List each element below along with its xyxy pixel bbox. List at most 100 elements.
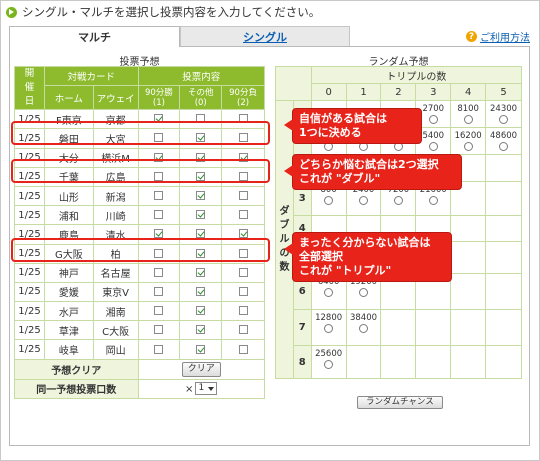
combo-cell — [415, 345, 452, 379]
header-other-text: その他 (0) — [187, 87, 214, 108]
combo-radio[interactable] — [359, 196, 369, 205]
combo-radio[interactable] — [428, 115, 438, 124]
combo-cell — [415, 309, 452, 346]
combo-cell — [345, 345, 382, 379]
callout-single: 自信がある試合は 1つに決める — [284, 108, 422, 144]
checkbox-other-cell — [179, 262, 223, 283]
checkbox-win-cell — [137, 301, 181, 322]
checkbox-lose-cell — [221, 185, 265, 207]
callout-triple: まったく分からない試合は 全部選択 これが "トリプル" — [284, 232, 452, 282]
checkbox-win-cell — [137, 281, 181, 303]
checkbox-other[interactable] — [196, 267, 206, 277]
combo-radio[interactable] — [359, 288, 369, 297]
checkbox-win[interactable] — [154, 210, 164, 220]
checkbox-other[interactable] — [196, 286, 206, 296]
checkbox-win[interactable] — [154, 344, 164, 354]
combo-cell — [485, 215, 522, 242]
checkbox-other[interactable] — [196, 210, 206, 220]
match-date: 1/25 — [14, 320, 45, 341]
combo-radio[interactable] — [463, 115, 473, 124]
triple-col-0: 0 — [310, 83, 347, 101]
match-row: 1/25 岐阜 岡山 — [14, 339, 265, 360]
tab-single[interactable]: シングル — [180, 26, 350, 47]
combo-radio[interactable] — [428, 142, 438, 151]
checkbox-lose-cell — [221, 262, 265, 283]
units-times: × — [185, 383, 194, 395]
checkbox-other[interactable] — [196, 325, 206, 335]
combo-radio[interactable] — [359, 324, 369, 333]
double-row: 8 25600 — [276, 345, 522, 379]
checkbox-other[interactable] — [196, 344, 206, 354]
match-date: 1/25 — [14, 185, 45, 207]
checkbox-other[interactable] — [196, 306, 206, 316]
combo-cell — [380, 345, 417, 379]
combo-cell — [485, 181, 522, 216]
header-vote: 投票内容 — [137, 65, 265, 87]
checkbox-win[interactable] — [154, 286, 164, 296]
match-row: 1/25 浦和 川崎 — [14, 205, 265, 226]
callout-double: どちらか悩む試合は2つ選択 これが "ダブル" — [284, 154, 462, 190]
combo-radio[interactable] — [324, 288, 334, 297]
match-date: 1/25 — [14, 281, 45, 303]
combo-radio[interactable] — [499, 115, 509, 124]
checkbox-lose-cell — [221, 281, 265, 303]
checkbox-other-cell — [179, 320, 223, 341]
checkbox-other[interactable] — [196, 191, 206, 201]
triple-col-4: 4 — [450, 83, 487, 101]
combo-cell: 38400 — [345, 309, 382, 346]
checkbox-lose[interactable] — [238, 267, 248, 277]
clear-button[interactable]: クリア — [181, 361, 221, 377]
checkbox-win-cell — [137, 185, 181, 207]
double-header-char: ブ — [279, 219, 290, 231]
units-select[interactable]: 1 — [195, 382, 218, 396]
checkbox-lose[interactable] — [238, 210, 248, 220]
header-date: 開催日 — [14, 65, 45, 111]
combo-radio[interactable] — [463, 142, 473, 151]
combo-radio[interactable] — [324, 360, 334, 369]
double-header-char: ダ — [279, 205, 290, 217]
match-date: 1/25 — [14, 301, 45, 322]
combo-radio[interactable] — [428, 196, 438, 205]
checkbox-lose[interactable] — [238, 286, 248, 296]
checkbox-win[interactable] — [154, 325, 164, 335]
checkbox-lose[interactable] — [238, 306, 248, 316]
combo-radio[interactable] — [499, 142, 509, 151]
home-team: 水戸 — [43, 301, 94, 322]
away-team: 新潟 — [92, 185, 139, 207]
match-row: 1/25 愛媛 東京V — [14, 281, 265, 303]
checkbox-win[interactable] — [154, 306, 164, 316]
random-corner — [275, 66, 312, 101]
help-icon: ? — [466, 31, 477, 42]
checkbox-win-cell — [137, 339, 181, 360]
triple-col-2: 2 — [380, 83, 417, 101]
checkbox-win-cell — [137, 320, 181, 341]
tab-multi[interactable]: マルチ — [9, 26, 180, 47]
help-link[interactable]: ? ご利用方法 — [466, 29, 530, 44]
combo-radio[interactable] — [393, 196, 403, 205]
checkbox-lose[interactable] — [238, 325, 248, 335]
checkbox-win[interactable] — [154, 191, 164, 201]
home-team: 岐阜 — [43, 339, 94, 360]
match-row: 1/25 水戸 湘南 — [14, 301, 265, 322]
header-home: ホーム — [43, 85, 94, 111]
combo-count: 48600 — [490, 131, 518, 141]
page-header: シングル・マルチを選択し投票内容を入力してください。 — [6, 4, 320, 20]
combo-cell — [485, 154, 522, 182]
header-lose: 90分負 (2) — [221, 85, 265, 111]
checkbox-lose[interactable] — [238, 344, 248, 354]
combo-cell — [380, 309, 417, 346]
checkbox-other-cell — [179, 185, 223, 207]
combo-count: 12800 — [315, 313, 343, 323]
home-team: 草津 — [43, 320, 94, 341]
combo-cell — [485, 273, 522, 310]
help-link-label[interactable]: ご利用方法 — [480, 29, 530, 44]
combo-cell: 16200 — [450, 127, 487, 155]
combo-radio[interactable] — [324, 196, 334, 205]
checkbox-lose[interactable] — [238, 191, 248, 201]
combo-radio[interactable] — [324, 324, 334, 333]
checkbox-win[interactable] — [154, 267, 164, 277]
home-team: 愛媛 — [43, 281, 94, 303]
header-other: その他 (0) — [179, 85, 223, 111]
random-chance-button[interactable]: ランダムチャンス — [357, 396, 443, 409]
home-team: 山形 — [43, 185, 94, 207]
